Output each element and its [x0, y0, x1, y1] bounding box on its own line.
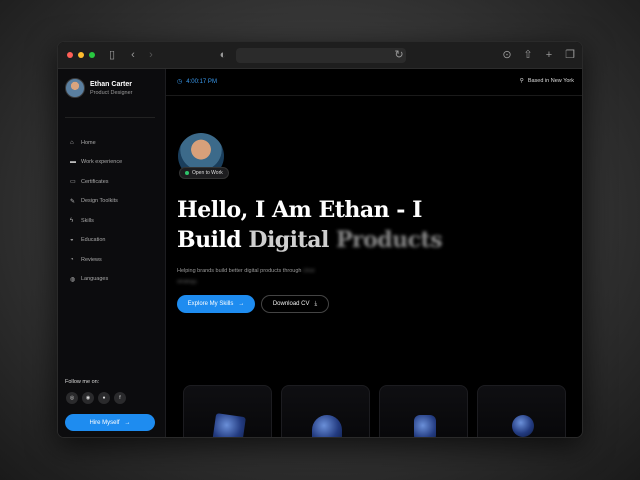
hire-myself-label: Hire Myself	[89, 419, 120, 426]
title-bar: ▯ ‹ › ◐ ↻ ⊙ ⇧ + ❐	[58, 42, 582, 69]
hero-subtitle: Helping brands build better digital prod…	[177, 266, 377, 288]
headline-line-2b: Digital	[248, 227, 336, 253]
sidebar-item-label: Skills	[81, 217, 94, 224]
graduation-icon: ◒	[70, 237, 74, 244]
clock: ◷ 4:00:17 PM	[177, 78, 217, 86]
feature-card[interactable]	[379, 385, 468, 437]
minimize-window-button[interactable]	[78, 52, 84, 58]
hero-headline: Hello, I Am Ethan - I Build Digital Prod…	[177, 195, 467, 255]
profile-header: Ethan Carter Product Designer	[65, 78, 133, 98]
brush-icon: ✎	[70, 198, 76, 205]
shield-icon[interactable]: ◐	[216, 48, 230, 62]
sidebar-item-skills[interactable]: ϟ Skills	[70, 211, 122, 231]
follow-label: Follow me on:	[65, 379, 100, 385]
sidebar-item-label: Education	[81, 237, 106, 244]
reload-icon[interactable]: ↻	[392, 48, 406, 62]
chat-icon: ◔	[70, 256, 74, 263]
sidebar-item-label: Home	[81, 139, 96, 146]
forward-icon[interactable]: ›	[144, 48, 158, 62]
close-window-button[interactable]	[67, 52, 73, 58]
feature-card[interactable]	[477, 385, 566, 437]
sidebar-item-home[interactable]: ⌂ Home	[70, 133, 122, 153]
clock-icon: ◷	[177, 79, 183, 85]
back-icon[interactable]: ‹	[126, 48, 140, 62]
home-icon: ⌂	[70, 139, 74, 146]
sidebar-item-label: Reviews	[81, 256, 102, 263]
sidebar-item-label: Languages	[81, 276, 109, 283]
instagram-icon[interactable]: ◎	[66, 392, 78, 404]
headline-line-1: Hello, I Am Ethan - I	[177, 197, 422, 223]
explore-skills-label: Explore My Skills	[187, 301, 234, 307]
subtitle-blurred-2: strategy.	[177, 279, 198, 285]
location: ⚲ Based in New York	[520, 78, 574, 84]
location-pin-icon: ⚲	[519, 78, 524, 84]
sidebar-item-label: Certificates	[81, 178, 109, 185]
subtitle-blurred-1: clear	[302, 268, 315, 274]
open-to-work-badge: Open to Work	[179, 167, 229, 179]
headline-line-2a: Build	[177, 227, 249, 253]
sidebar-item-design-toolkits[interactable]: ✎ Design Toolkits	[70, 192, 122, 212]
share-icon[interactable]: ⇧	[521, 48, 535, 62]
arrow-right-icon: →	[238, 301, 245, 307]
subtitle-visible: Helping brands build better digital prod…	[177, 268, 302, 274]
main-panel: ◷ 4:00:17 PM ⚲ Based in New York Open to…	[166, 69, 582, 437]
github-icon[interactable]: ●	[98, 392, 110, 404]
traffic-lights	[67, 52, 95, 58]
feature-card[interactable]	[281, 385, 370, 437]
zoom-window-button[interactable]	[89, 52, 95, 58]
feature-card[interactable]	[183, 385, 272, 437]
address-bar[interactable]	[236, 48, 406, 63]
profile-role: Product Designer	[90, 89, 133, 96]
certificate-icon: ▭	[70, 179, 76, 186]
sidebar: Ethan Carter Product Designer ⌂ Home ▬ Wor…	[58, 69, 166, 437]
headline-line-2c: Products	[335, 227, 443, 253]
hire-myself-button[interactable]: Hire Myself →	[65, 414, 155, 431]
feature-card-graphic	[212, 413, 246, 437]
facebook-icon[interactable]: f	[114, 392, 126, 404]
feature-card-graphic	[512, 415, 534, 437]
location-text: Based in New York	[527, 78, 574, 84]
sidebar-item-reviews[interactable]: ◔ Reviews	[70, 250, 122, 270]
lightning-icon: ϟ	[70, 217, 74, 224]
social-links: ◎ ◉ ● f	[66, 392, 126, 404]
dribbble-icon[interactable]: ◉	[82, 392, 94, 404]
page-content: Ethan Carter Product Designer ⌂ Home ▬ Wor…	[58, 69, 582, 437]
sidebar-item-work-experience[interactable]: ▬ Work experience	[70, 153, 122, 173]
sidebar-item-label: Design Toolkits	[81, 198, 118, 205]
open-to-work-label: Open to Work	[192, 170, 223, 176]
profile-name: Ethan Carter	[90, 80, 133, 88]
tabs-overview-icon[interactable]: ❐	[563, 48, 577, 62]
briefcase-icon: ▬	[70, 159, 76, 166]
sidebar-nav: ⌂ Home ▬ Work experience ▭ Certificates ✎ De…	[70, 133, 122, 289]
download-cv-label: Download CV	[272, 301, 310, 307]
clock-time: 4:00:17 PM	[186, 78, 217, 85]
feature-card-graphic	[414, 415, 436, 437]
browser-window: ▯ ‹ › ◐ ↻ ⊙ ⇧ + ❐ Ethan Carter Product D…	[57, 41, 583, 438]
new-tab-icon[interactable]: +	[542, 48, 556, 62]
top-bar: ◷ 4:00:17 PM ⚲ Based in New York	[166, 69, 582, 96]
download-cv-button[interactable]: Download CV ⤓	[261, 295, 329, 313]
download-icon: ⤓	[314, 300, 318, 307]
feature-card-graphic	[312, 415, 342, 437]
sidebar-item-label: Work experience	[81, 159, 123, 166]
arrow-right-icon: →	[124, 419, 131, 426]
explore-skills-button[interactable]: Explore My Skills →	[177, 295, 255, 313]
avatar	[65, 78, 85, 98]
download-icon[interactable]: ⊙	[500, 48, 514, 62]
sidebar-toggle-icon[interactable]: ▯	[105, 48, 119, 62]
sidebar-item-education[interactable]: ◒ Education	[70, 231, 122, 251]
sidebar-item-certificates[interactable]: ▭ Certificates	[70, 172, 122, 192]
sidebar-item-languages[interactable]: ◍ Languages	[70, 270, 122, 290]
online-status-icon	[185, 171, 189, 175]
sidebar-divider	[65, 117, 155, 118]
globe-icon: ◍	[70, 276, 76, 283]
